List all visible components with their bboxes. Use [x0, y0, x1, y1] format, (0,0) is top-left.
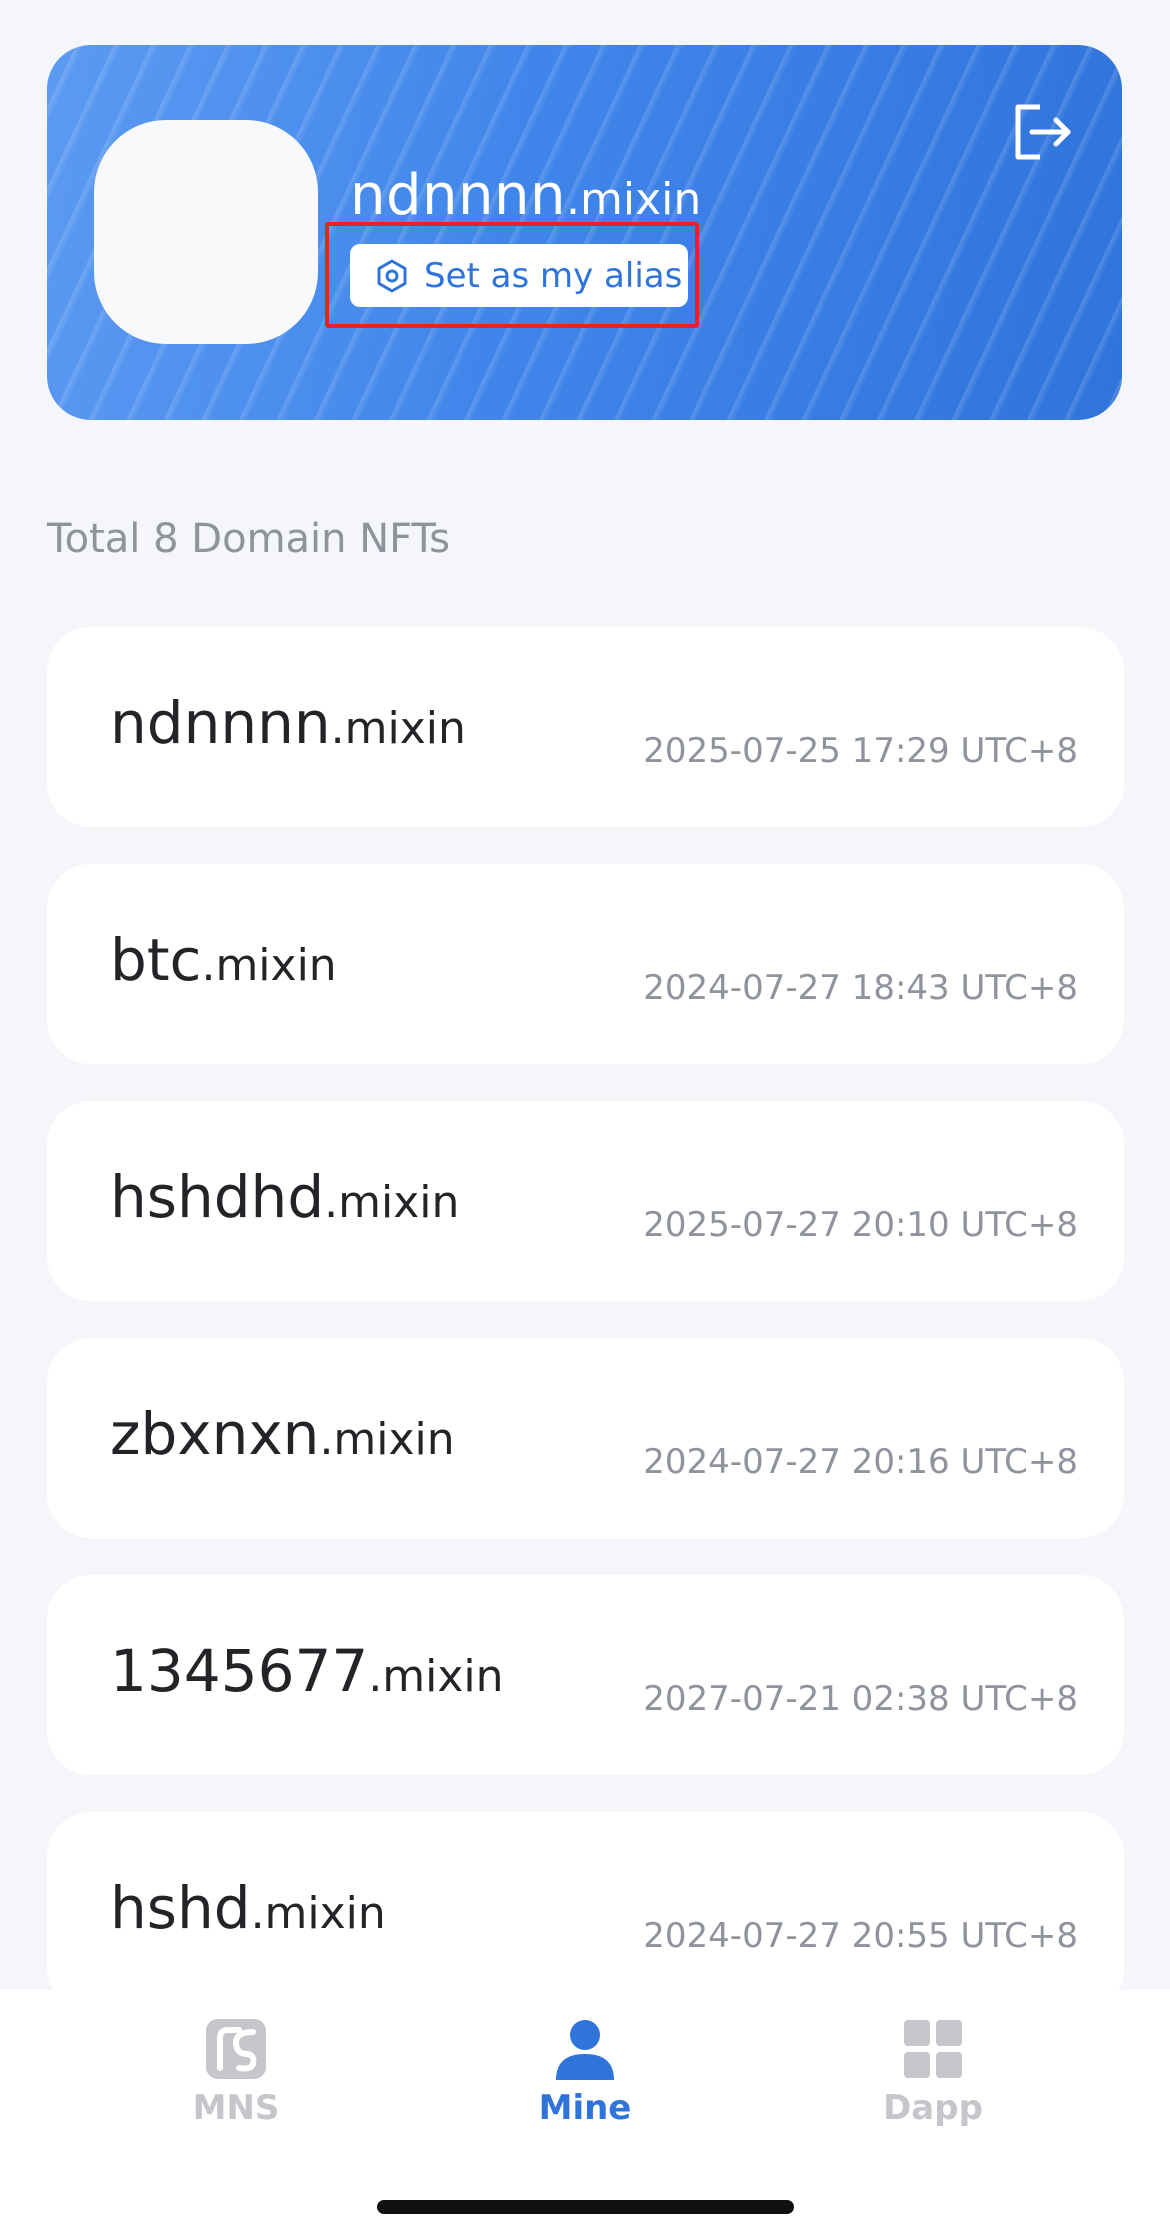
- domain-card[interactable]: hshdhd.mixin 2025-07-27 20:10 UTC+8: [47, 1101, 1124, 1301]
- mns-logo-icon: [206, 2019, 266, 2079]
- domain-name-main: btc: [110, 926, 202, 994]
- tab-mine-label: Mine: [538, 2088, 632, 2128]
- profile-domain-name: ndnnnn.mixin: [350, 163, 701, 228]
- home-indicator[interactable]: [377, 2200, 794, 2214]
- logout-icon[interactable]: [1010, 99, 1076, 165]
- domain-timestamp: 2025-07-27 20:10 UTC+8: [643, 1205, 1078, 1245]
- domain-timestamp: 2024-07-27 20:55 UTC+8: [643, 1916, 1078, 1956]
- domain-name-main: hshd: [110, 1874, 251, 1942]
- domain-name: zbxnxn.mixin: [110, 1400, 455, 1468]
- domain-name-main: ndnnnn: [110, 689, 331, 757]
- domain-name-suffix: .mixin: [324, 1177, 460, 1228]
- domain-name-suffix: .mixin: [319, 1414, 455, 1465]
- domain-card[interactable]: zbxnxn.mixin 2024-07-27 20:16 UTC+8: [47, 1338, 1124, 1538]
- domain-name: hshdhd.mixin: [110, 1163, 459, 1231]
- avatar: [94, 120, 318, 344]
- profile-name-main: ndnnnn: [350, 163, 567, 228]
- domain-name: ndnnnn.mixin: [110, 689, 466, 757]
- domain-card[interactable]: ndnnnn.mixin 2025-07-25 17:29 UTC+8: [47, 627, 1124, 827]
- domain-name-suffix: .mixin: [368, 1651, 504, 1702]
- profile-card: ndnnnn.mixin Set as my alias: [47, 45, 1122, 420]
- domain-name-main: hshdhd: [110, 1163, 325, 1231]
- domain-card[interactable]: hshd.mixin 2024-07-27 20:55 UTC+8: [47, 1812, 1124, 2012]
- domain-name: btc.mixin: [110, 926, 337, 994]
- domain-timestamp: 2027-07-21 02:38 UTC+8: [643, 1679, 1078, 1719]
- domain-card[interactable]: 1345677.mixin 2027-07-21 02:38 UTC+8: [47, 1575, 1124, 1775]
- set-alias-button[interactable]: Set as my alias: [350, 244, 688, 307]
- tab-mine[interactable]: Mine: [485, 2016, 685, 2128]
- hexagon-gear-icon: [377, 259, 407, 292]
- tab-dapp[interactable]: Dapp: [833, 2016, 1033, 2128]
- domain-name: hshd.mixin: [110, 1874, 386, 1942]
- domain-card[interactable]: btc.mixin 2024-07-27 18:43 UTC+8: [47, 864, 1124, 1064]
- domain-name-main: 1345677: [110, 1637, 369, 1705]
- tab-dapp-label: Dapp: [883, 2088, 983, 2128]
- domain-timestamp: 2024-07-27 18:43 UTC+8: [643, 968, 1078, 1008]
- domain-count-heading: Total 8 Domain NFTs: [47, 516, 451, 562]
- tab-mns-label: MNS: [192, 2088, 280, 2128]
- grid-icon: [904, 2020, 962, 2078]
- domain-name-suffix: .mixin: [330, 703, 466, 754]
- tab-mns[interactable]: MNS: [136, 2016, 336, 2128]
- domain-timestamp: 2024-07-27 20:16 UTC+8: [643, 1442, 1078, 1482]
- domain-name-suffix: .mixin: [250, 1888, 386, 1939]
- domain-name-main: zbxnxn: [110, 1400, 320, 1468]
- domain-name: 1345677.mixin: [110, 1637, 504, 1705]
- set-alias-label: Set as my alias: [424, 255, 683, 296]
- domain-timestamp: 2025-07-25 17:29 UTC+8: [643, 731, 1078, 771]
- user-icon: [556, 2020, 614, 2080]
- mine-screen: ndnnnn.mixin Set as my alias Total 8 Dom…: [0, 0, 1170, 2238]
- profile-name-suffix: .mixin: [566, 174, 702, 225]
- domain-name-suffix: .mixin: [201, 940, 337, 991]
